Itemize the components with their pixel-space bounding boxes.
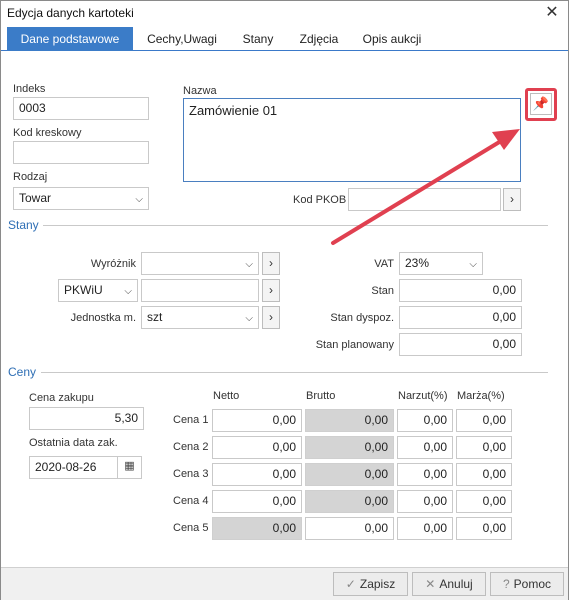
help-icon: ? bbox=[502, 577, 510, 591]
annotation-arrow bbox=[331, 129, 520, 245]
cancel-label: Anuluj bbox=[439, 577, 473, 591]
footer-bar: ✓ Zapisz ✕ Anuluj ? Pomoc bbox=[1, 567, 568, 600]
save-label: Zapisz bbox=[359, 577, 396, 591]
help-button[interactable]: ? Pomoc bbox=[490, 572, 564, 596]
help-label: Pomoc bbox=[513, 577, 552, 591]
x-icon: ✕ bbox=[425, 577, 436, 591]
dialog-window: Edycja danych kartoteki ✕ Dane podstawow… bbox=[0, 0, 569, 600]
save-button[interactable]: ✓ Zapisz bbox=[333, 572, 408, 596]
cancel-button[interactable]: ✕ Anuluj bbox=[412, 572, 486, 596]
check-icon: ✓ bbox=[345, 577, 356, 591]
